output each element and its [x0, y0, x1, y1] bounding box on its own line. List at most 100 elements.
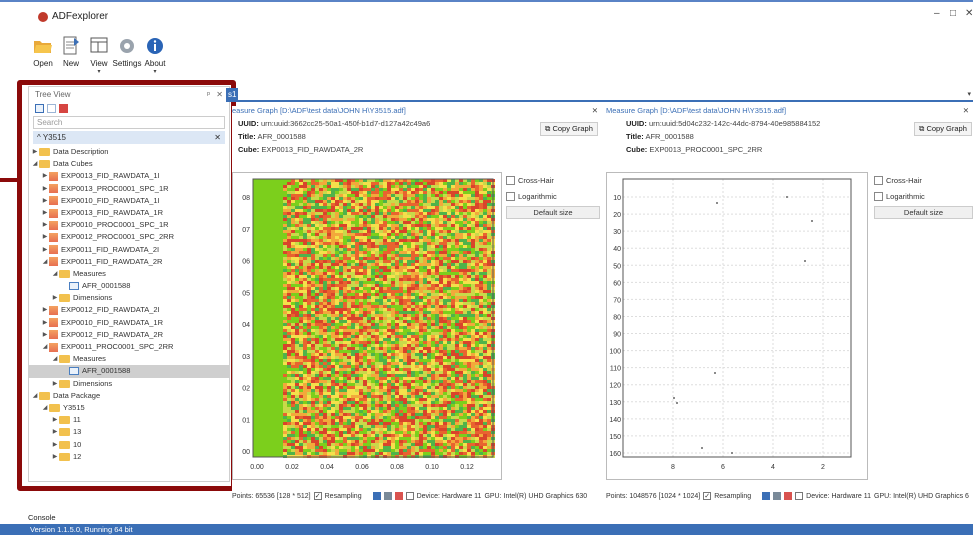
tree-item[interactable]: ▶ EXP0012_PROC0001_SPC_2RR: [29, 231, 229, 243]
heatmap-cell: [443, 272, 447, 275]
expand-arrow-icon[interactable]: ▶: [51, 439, 59, 451]
heatmap-cell: [299, 248, 303, 251]
heatmap-cell: [483, 233, 487, 236]
copy-graph-button[interactable]: ⧉ Copy Graph: [540, 122, 598, 136]
heatmap-cell: [295, 227, 299, 230]
heatmap-cell: [339, 401, 343, 404]
tree-item[interactable]: ▶ EXP0010_PROC0001_SPC_1R: [29, 219, 229, 231]
tree-item[interactable]: ◢ Y3515: [29, 402, 229, 414]
heatmap-cell: [479, 419, 483, 422]
heatmap-cell: [419, 356, 423, 359]
close-button[interactable]: ✕: [965, 8, 973, 19]
heatmap-cell: [287, 374, 291, 377]
expand-arrow-icon[interactable]: ▶: [41, 219, 49, 231]
expand-arrow-icon[interactable]: ◢: [31, 390, 39, 402]
heatmap-cell: [335, 449, 339, 452]
heatmap-cell: [419, 419, 423, 422]
heatmap-cell: [447, 203, 451, 206]
expand-arrow-icon[interactable]: ▶: [51, 378, 59, 390]
view-button[interactable]: View ▾: [86, 30, 112, 78]
settings-button[interactable]: Settings: [113, 30, 141, 78]
graph-left-plot[interactable]: 08 07 06 05 04 03 02 01 00 0.00 0.02 0.04 0.06 0.08 0.…: [232, 172, 502, 480]
about-button[interactable]: About ▾: [142, 30, 168, 78]
expand-arrow-icon[interactable]: ◢: [51, 268, 59, 280]
heatmap-cell: [375, 416, 379, 419]
tree-item[interactable]: ▶ EXP0010_FID_RAWDATA_1I: [29, 195, 229, 207]
heatmap-cell: [283, 431, 287, 434]
tree-item[interactable]: ▶ Data Description: [29, 146, 229, 158]
collapse-all-icon[interactable]: [35, 103, 44, 113]
tree-search-input[interactable]: Search: [33, 116, 225, 129]
graph-left-close-icon[interactable]: ✕: [592, 106, 602, 117]
maximize-button[interactable]: □: [950, 8, 956, 19]
expand-arrow-icon[interactable]: ▶: [41, 183, 49, 195]
expand-arrow-icon[interactable]: ▶: [41, 329, 49, 341]
tree-filter-chip[interactable]: ^ Y3515 ✕: [33, 131, 225, 144]
heatmap-cell: [455, 401, 459, 404]
tree-close-icon[interactable]: ✕: [216, 90, 223, 99]
pin-icon[interactable]: ᵖ: [207, 90, 210, 99]
tree-item[interactable]: ◢ EXP0011_PROC0001_SPC_2RR: [29, 341, 229, 353]
expand-arrow-icon[interactable]: ▶: [51, 451, 59, 463]
tree-item[interactable]: ▶ Dimensions: [29, 292, 229, 304]
tree-item[interactable]: AFR_0001588: [29, 280, 229, 292]
tree-item[interactable]: ◢ Measures: [29, 268, 229, 280]
expand-arrow-icon[interactable]: ▶: [41, 317, 49, 329]
document-tab[interactable]: s1: [226, 88, 238, 102]
expand-arrow-icon[interactable]: ▶: [41, 304, 49, 316]
filter-clear-icon[interactable]: ✕: [214, 133, 221, 142]
expand-arrow-icon[interactable]: ▶: [41, 231, 49, 243]
open-button[interactable]: Open: [30, 30, 56, 78]
tree-item[interactable]: ▶ Dimensions: [29, 378, 229, 390]
expand-arrow-icon[interactable]: ▶: [31, 146, 39, 158]
tree-item[interactable]: AFR_0001588: [29, 365, 229, 378]
heatmap-cell: [331, 410, 335, 413]
expand-arrow-icon[interactable]: ◢: [51, 353, 59, 365]
heatmap-cell: [355, 314, 359, 317]
heatmap-cell: [387, 368, 391, 371]
tree-item[interactable]: ◢ Data Package: [29, 390, 229, 402]
tree-item[interactable]: ◢ Measures: [29, 353, 229, 365]
heatmap-cell: [479, 434, 483, 437]
expand-arrow-icon[interactable]: ▶: [41, 170, 49, 182]
tree-item[interactable]: ▶ 12: [29, 451, 229, 463]
heatmap-cell: [287, 305, 291, 308]
new-button[interactable]: New: [58, 30, 84, 78]
heatmap-cell: [311, 314, 315, 317]
delete-icon[interactable]: [59, 103, 68, 113]
heatmap-cell: [415, 419, 419, 422]
tree-item[interactable]: ▶ EXP0012_FID_RAWDATA_2I: [29, 304, 229, 316]
tree-item[interactable]: ▶ EXP0013_FID_RAWDATA_1I: [29, 170, 229, 182]
tree-item[interactable]: ▶ 11: [29, 414, 229, 426]
expand-arrow-icon[interactable]: ◢: [41, 256, 49, 268]
expand-arrow-icon[interactable]: ▶: [51, 414, 59, 426]
heatmap-cell: [311, 413, 315, 416]
tab-dropdown-icon[interactable]: ▾: [967, 90, 971, 98]
expand-arrow-icon[interactable]: ▶: [41, 195, 49, 207]
tree-item[interactable]: ◢ Data Cubes: [29, 158, 229, 170]
expand-arrow-icon[interactable]: ▶: [41, 244, 49, 256]
tree-item[interactable]: ▶ EXP0010_FID_RAWDATA_1R: [29, 317, 229, 329]
minimize-button[interactable]: –: [934, 8, 940, 19]
tree-item[interactable]: ◢ EXP0011_FID_RAWDATA_2R: [29, 256, 229, 268]
tree-item[interactable]: ▶ EXP0012_FID_RAWDATA_2R: [29, 329, 229, 341]
tree-item[interactable]: ▶ EXP0013_FID_RAWDATA_1R: [29, 207, 229, 219]
expand-all-icon[interactable]: [47, 103, 56, 113]
tree-item[interactable]: ▶ 13: [29, 426, 229, 438]
heatmap-cell: [463, 359, 467, 362]
heatmap-cell: [427, 416, 431, 419]
heatmap-cell: [319, 377, 323, 380]
expand-arrow-icon[interactable]: ◢: [41, 341, 49, 353]
heatmap-cell: [295, 257, 299, 260]
tree-item[interactable]: ▶ EXP0011_FID_RAWDATA_2I: [29, 244, 229, 256]
tree-item-label: Data Cubes: [53, 159, 93, 169]
expand-arrow-icon[interactable]: ◢: [31, 158, 39, 170]
tree-item[interactable]: ▶ 10: [29, 439, 229, 451]
expand-arrow-icon[interactable]: ▶: [51, 426, 59, 438]
heatmap-cell: [459, 329, 463, 332]
expand-arrow-icon[interactable]: ▶: [51, 292, 59, 304]
tree-item[interactable]: ▶ EXP0013_PROC0001_SPC_1R: [29, 183, 229, 195]
heatmap-cell: [331, 272, 335, 275]
expand-arrow-icon[interactable]: ▶: [41, 207, 49, 219]
expand-arrow-icon[interactable]: ◢: [41, 402, 49, 414]
